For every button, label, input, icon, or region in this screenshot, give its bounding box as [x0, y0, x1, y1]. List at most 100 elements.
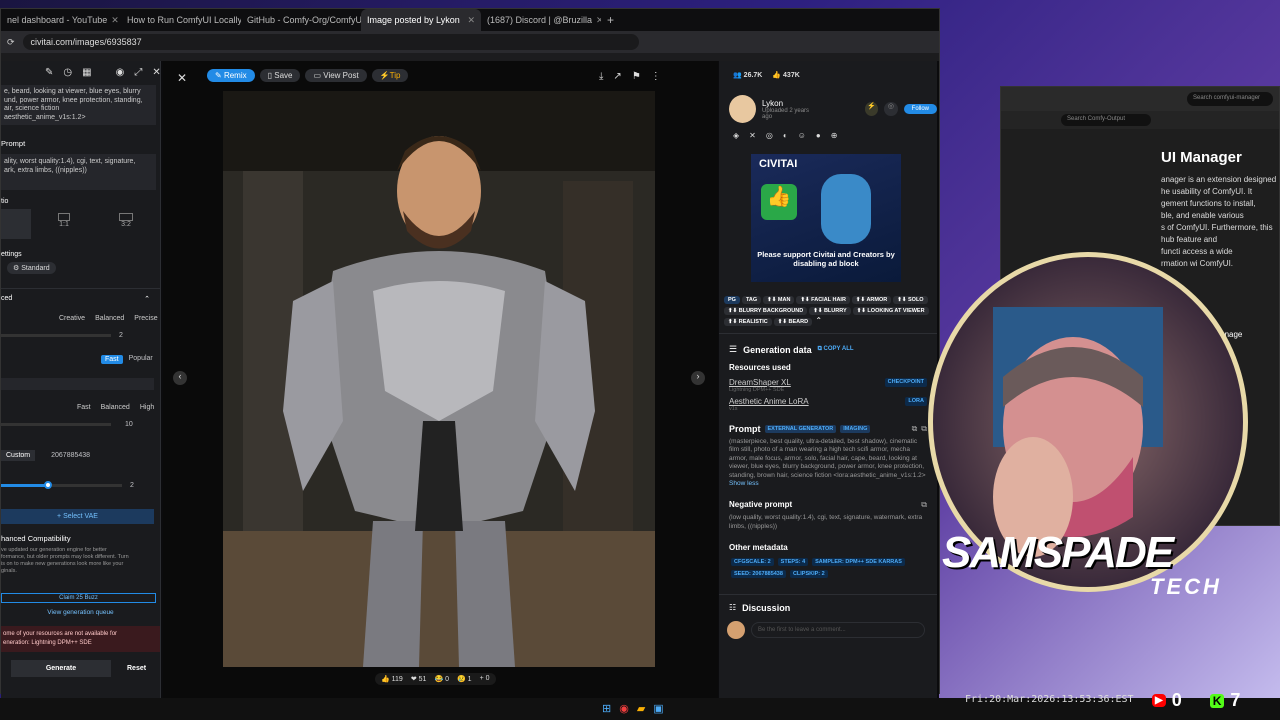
instagram-icon[interactable]: ◎ [766, 131, 773, 140]
chevron-up-icon[interactable]: ⌃ [144, 295, 150, 303]
cfg-value[interactable]: 2 [119, 332, 123, 339]
follow-button[interactable]: Follow [903, 104, 937, 114]
browser-tab[interactable]: (1687) Discord | @Bruzilla ✕ [481, 9, 601, 31]
x-icon[interactable]: ✕ [749, 131, 756, 140]
copy-negative-icon[interactable]: ⧉ [921, 500, 927, 510]
settings-icon[interactable]: ◎ [884, 102, 898, 116]
reset-button[interactable]: Reset [127, 665, 146, 672]
tag-pill[interactable]: ⬆⬇ ARMOR [851, 296, 892, 304]
save-button[interactable]: ▯ Save [259, 69, 301, 82]
folder-icon[interactable]: ▰ [637, 702, 645, 715]
tab-close-icon[interactable]: ✕ [111, 15, 119, 26]
reaction-count[interactable]: 😂 0 [434, 675, 449, 683]
seed-custom-button[interactable]: Custom [1, 450, 36, 461]
reaction-count[interactable]: + 0 [480, 675, 490, 683]
grid-icon[interactable]: ▦ [82, 67, 91, 78]
close-panel-icon[interactable]: ✕ [152, 67, 160, 78]
prev-image-icon[interactable]: ‹ [173, 371, 187, 385]
tag-pill[interactable]: ⬆⬇ BEARD [773, 318, 813, 326]
browser-tab[interactable]: How to Run ComfyUI Locally F✕ [121, 9, 241, 31]
ad-banner[interactable]: CIVITAI 👍 Please support Civitai and Cre… [751, 154, 901, 282]
reload-icon[interactable]: ⟳ [7, 37, 15, 48]
chevron-up-icon[interactable]: ⌃ [813, 316, 822, 325]
avatar[interactable] [729, 95, 757, 123]
select-vae-button[interactable]: + Select VAE [1, 509, 154, 524]
tag-pill[interactable]: ⬆⬇ BLURRY BACKGROUND [724, 307, 808, 315]
cfg-options[interactable]: Creative Balanced Precise [59, 315, 160, 322]
reaction-count[interactable]: ❤ 51 [411, 675, 427, 683]
patreon-icon[interactable]: ◐ [783, 131, 788, 140]
steps-options[interactable]: Fast Balanced High [77, 404, 160, 411]
tag-pill[interactable]: ⬆⬇ SOLO [893, 296, 928, 304]
flag-icon[interactable]: ⚑ [632, 71, 641, 82]
steps-value[interactable]: 10 [125, 421, 133, 428]
clipskip-value[interactable]: 2 [130, 482, 134, 489]
comment-input[interactable]: Be the first to leave a comment... [751, 622, 925, 639]
tag-pill[interactable]: TAG [741, 296, 762, 304]
aspect-option-1-1[interactable]: 1:1 [35, 209, 93, 239]
tab-close-icon[interactable]: ✕ [467, 15, 475, 26]
seed-input[interactable]: 2067885438 [51, 452, 90, 459]
generate-button[interactable]: Generate [11, 660, 111, 677]
copy-prompt-icon[interactable]: ⧉ [912, 424, 918, 434]
view-queue-link[interactable]: View generation queue [1, 609, 160, 616]
steps-option[interactable]: Balanced [101, 404, 130, 411]
terminal-icon[interactable]: ▣ [653, 702, 663, 715]
view-post-button[interactable]: ▭ View Post [305, 69, 367, 82]
tag-pill[interactable]: ⬆⬇ BLURRY [809, 307, 851, 315]
steps-option[interactable]: Fast [77, 404, 91, 411]
close-viewer-icon[interactable]: ✕ [177, 71, 187, 85]
reactions-bar[interactable]: 👍 119 ❤ 51 😂 0 😢 1 + 0 [375, 673, 496, 685]
steps-option[interactable]: High [140, 404, 154, 411]
tag-pill[interactable]: ⬆⬇ FACIAL HAIR [796, 296, 850, 304]
show-less-link[interactable]: Show less [729, 480, 759, 487]
more-icon[interactable]: ⋮ [651, 71, 661, 82]
search-comfy-output[interactable]: Search Comfy-Output [1061, 114, 1151, 126]
cfg-option[interactable]: Balanced [95, 315, 124, 322]
tip-button[interactable]: ⚡Tip [371, 69, 409, 82]
reaction-count[interactable]: 👍 119 [381, 675, 403, 683]
download-icon[interactable]: ⤓ [599, 71, 603, 82]
expand-icon[interactable]: ⤢ [134, 67, 142, 78]
copy-prompt-icon-2[interactable]: ⧉ [921, 424, 927, 434]
standard-button[interactable]: ⚙ Standard [7, 262, 56, 274]
sampler-popular[interactable]: Popular [129, 355, 153, 364]
remix-button[interactable]: ✎ Remix [207, 69, 255, 82]
discord-icon[interactable]: ☺ [798, 131, 806, 140]
tag-pill[interactable]: PG [724, 296, 740, 304]
sampler-fast[interactable]: Fast [101, 355, 123, 364]
url-text[interactable]: civitai.com/images/6935837 [31, 37, 142, 47]
share-icon[interactable]: ↗ [613, 71, 621, 82]
copy-all-button[interactable]: ⧉ COPY ALL [818, 346, 854, 353]
cfg-option[interactable]: Creative [59, 315, 85, 322]
browser-tab[interactable]: GitHub - Comfy-Org/ComfyUI✕ [241, 9, 361, 31]
tag-pill[interactable]: ⬆⬇ REALISTIC [724, 318, 772, 326]
tag-pill[interactable]: ⬆⬇ MAN [763, 296, 795, 304]
tag-pill[interactable]: ⬆⬇ LOOKING AT VIEWER [852, 307, 929, 315]
browser-tab[interactable]: nel dashboard - YouTube ✕ [1, 9, 121, 31]
cfg-option[interactable]: Precise [134, 315, 157, 322]
pencil-icon[interactable]: ✎ [45, 67, 53, 78]
tip-icon[interactable]: ⚡ [864, 102, 879, 116]
civitai-icon[interactable]: ◈ [733, 131, 739, 140]
negative-prompt-textarea[interactable]: ality, worst quality:1.4), cgi, text, si… [1, 154, 156, 190]
tag-list[interactable]: PG TAG ⬆⬇ MAN ⬆⬇ FACIAL HAIR ⬆⬇ ARMOR ⬆⬇ SOLO… [723, 294, 933, 327]
aspect-option-selected[interactable] [1, 209, 31, 239]
new-tab-icon[interactable]: + [601, 13, 620, 27]
author-name[interactable]: Lykon [762, 99, 819, 108]
windows-start-icon[interactable]: ⊞ [602, 702, 611, 715]
globe-icon[interactable]: ⊕ [831, 131, 838, 140]
prompt-textarea[interactable]: e, beard, looking at viewer, blue eyes, … [1, 85, 156, 125]
resource-link-2[interactable]: Aesthetic Anime LoRA [729, 397, 809, 406]
sampler-select[interactable] [1, 378, 154, 390]
aspect-option-3-2[interactable]: 3:2 [97, 209, 155, 239]
next-image-icon[interactable]: › [691, 371, 705, 385]
claim-buzz-button[interactable]: Claim 25 Buzz [1, 593, 156, 603]
browser-tab[interactable]: Image posted by Lykon ✕ [361, 9, 481, 31]
clock-icon[interactable]: ◷ [63, 67, 72, 78]
chrome-icon[interactable]: ◉ [619, 702, 629, 715]
eye-icon[interactable]: ◉ [116, 67, 125, 78]
reaction-count[interactable]: 😢 1 [457, 675, 472, 683]
reddit-icon[interactable]: ● [816, 131, 821, 140]
resource-link-1[interactable]: DreamShaper XL [729, 378, 791, 387]
